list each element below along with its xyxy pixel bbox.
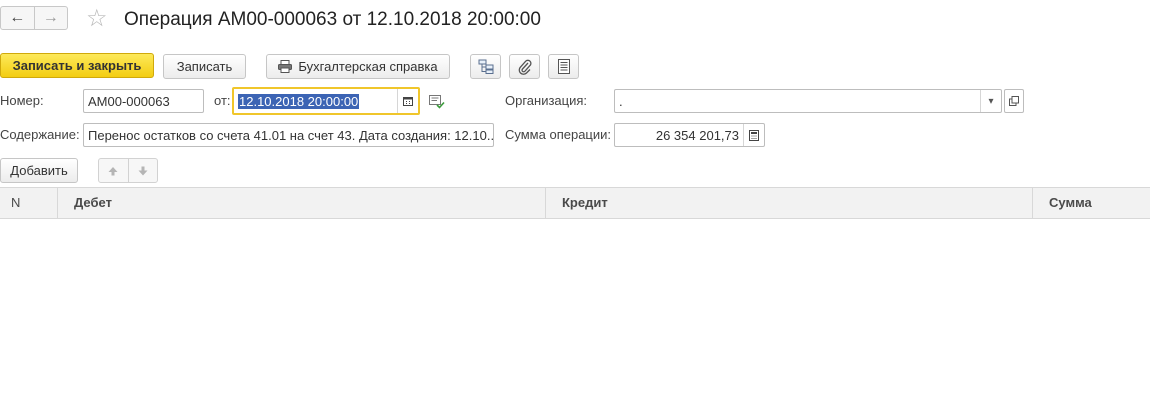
printer-icon bbox=[278, 60, 293, 73]
organization-field[interactable]: . ▾ bbox=[614, 89, 1002, 113]
document-list-icon[interactable] bbox=[548, 54, 579, 79]
accounting-report-label: Бухгалтерская справка bbox=[298, 59, 438, 74]
column-credit[interactable]: Кредит bbox=[562, 188, 608, 218]
table-header: N Дебет Кредит Сумма bbox=[0, 187, 1150, 219]
number-label: Номер: bbox=[0, 93, 44, 108]
date-label: от: bbox=[214, 93, 231, 108]
column-debit[interactable]: Дебет bbox=[74, 188, 112, 218]
column-n[interactable]: N bbox=[11, 188, 20, 218]
sum-label: Сумма операции: bbox=[505, 127, 611, 142]
chevron-down-icon[interactable]: ▾ bbox=[980, 90, 1001, 112]
star-icon[interactable]: ☆ bbox=[86, 6, 108, 32]
arrow-up-icon[interactable] bbox=[99, 159, 128, 182]
organization-label: Организация: bbox=[505, 93, 588, 108]
arrow-left-icon[interactable]: ← bbox=[1, 7, 34, 29]
content-field[interactable]: Перенос остатков со счета 41.01 на счет … bbox=[83, 123, 494, 147]
hierarchy-icon[interactable] bbox=[470, 54, 501, 79]
sum-value: 26 354 201,73 bbox=[655, 127, 739, 143]
document-check-icon[interactable] bbox=[429, 95, 445, 112]
date-field[interactable]: 12.10.2018 20:00:00 bbox=[232, 87, 420, 115]
save-label: Записать bbox=[176, 59, 233, 74]
content-value: Перенос остатков со счета 41.01 на счет … bbox=[88, 127, 493, 143]
calculator-icon[interactable] bbox=[743, 124, 764, 146]
content-label: Содержание: bbox=[0, 127, 80, 142]
paperclip-icon[interactable] bbox=[509, 54, 540, 79]
move-buttons bbox=[98, 158, 158, 183]
arrow-right-icon[interactable]: → bbox=[33, 7, 68, 29]
arrow-down-icon[interactable] bbox=[127, 159, 158, 182]
add-label: Добавить bbox=[10, 163, 68, 178]
sum-field[interactable]: 26 354 201,73 bbox=[614, 123, 765, 147]
save-button[interactable]: Записать bbox=[163, 54, 246, 79]
navigation-buttons: ← → bbox=[0, 6, 68, 30]
column-sum[interactable]: Сумма bbox=[1049, 188, 1092, 218]
number-field[interactable]: АМ00-000063 bbox=[83, 89, 204, 113]
number-value: АМ00-000063 bbox=[88, 93, 170, 109]
organization-value: . bbox=[619, 93, 623, 109]
page-title: Операция АМ00-000063 от 12.10.2018 20:00… bbox=[124, 9, 541, 30]
date-value: 12.10.2018 20:00:00 bbox=[238, 93, 360, 109]
table-body[interactable] bbox=[0, 219, 1150, 420]
open-organization-icon[interactable] bbox=[1004, 89, 1024, 113]
add-button[interactable]: Добавить bbox=[0, 158, 78, 183]
save-and-close-label: Записать и закрыть bbox=[12, 58, 142, 73]
save-and-close-button[interactable]: Записать и закрыть bbox=[0, 53, 154, 78]
calendar-icon[interactable] bbox=[397, 89, 418, 113]
accounting-report-button[interactable]: Бухгалтерская справка bbox=[266, 54, 450, 79]
